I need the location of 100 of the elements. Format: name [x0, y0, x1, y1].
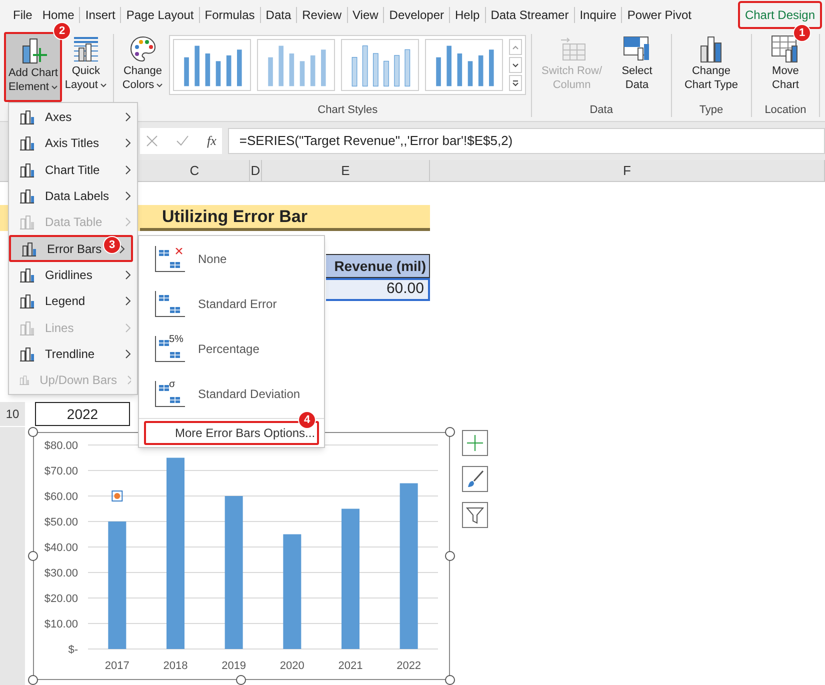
ribbon-tab[interactable]: Data	[260, 3, 296, 27]
resize-handle[interactable]	[445, 675, 455, 685]
insert-function-button[interactable]: fx	[207, 131, 216, 151]
chevron-right-icon	[125, 296, 131, 306]
formula-field[interactable]: =SERIES("Target Revenue",,'Error bar'!$E$5,2)	[228, 128, 825, 154]
caret-icon	[100, 82, 107, 88]
axis-label: $30.00	[44, 568, 78, 580]
filter-icon	[466, 506, 484, 524]
axis-label: 2019	[222, 660, 246, 672]
menu-item[interactable]: 5% Percentage	[139, 326, 324, 371]
chart-style-thumbnail[interactable]	[341, 39, 420, 91]
column-header[interactable]: D	[250, 160, 262, 181]
chevron-right-icon	[125, 112, 131, 122]
ribbon-tab[interactable]: Help	[450, 3, 485, 27]
menu-item[interactable]: Data Labels	[9, 182, 137, 210]
axis-label: 2022	[396, 660, 422, 672]
chart-element-icon	[21, 240, 37, 257]
bar[interactable]	[108, 522, 126, 649]
menu-item[interactable]: Gridlines	[9, 262, 137, 288]
gallery-expand-icon[interactable]	[509, 75, 522, 91]
bar[interactable]	[283, 534, 302, 649]
ribbon-button[interactable]: Select Data	[608, 30, 666, 92]
error-bar-marker-icon[interactable]	[112, 490, 123, 502]
chevron-right-icon	[125, 164, 131, 175]
ribbon-tab[interactable]: View	[348, 3, 384, 27]
chevron-right-icon	[125, 348, 131, 359]
table-cell: 2022	[35, 402, 130, 426]
menu-item[interactable]: None	[139, 236, 324, 281]
column-header[interactable]: E	[262, 160, 430, 181]
chevron-right-icon	[125, 270, 131, 280]
axis-label: 2017	[104, 660, 130, 672]
caret-icon	[156, 82, 164, 88]
column-header[interactable]: C	[140, 160, 250, 181]
resize-handle[interactable]	[236, 675, 246, 685]
group-label: Type	[699, 102, 724, 118]
chevron-right-icon	[127, 375, 131, 386]
ribbon-tab[interactable]: Review	[297, 3, 346, 27]
change-colors-button[interactable]: Change Colors	[118, 32, 168, 102]
title-cell: Utilizing Error Bar	[140, 205, 430, 231]
chart-style-thumbnail[interactable]	[257, 39, 336, 91]
chart-element-icon	[19, 293, 35, 310]
check-icon[interactable]	[176, 135, 189, 147]
scroll-down-icon[interactable]	[509, 57, 522, 73]
axis-label: $40.00	[44, 542, 78, 554]
resize-handle[interactable]	[28, 427, 38, 437]
chevron-right-icon	[125, 191, 131, 202]
menu-item[interactable]: Axes	[9, 104, 137, 130]
menu-item[interactable]: Chart Title	[9, 156, 137, 183]
resize-handle[interactable]	[445, 427, 455, 437]
plus-icon	[467, 435, 483, 451]
chart-style-thumbnail[interactable]	[425, 39, 504, 91]
axis-label: 2018	[163, 660, 188, 672]
menu-item[interactable]: Trendline	[9, 340, 137, 367]
palette-icon	[128, 34, 158, 64]
group-label: Data	[590, 102, 613, 118]
group-label: Location	[764, 102, 806, 118]
axis-label: 2021	[338, 660, 363, 672]
error-bar-icon	[155, 290, 185, 316]
table-cell[interactable]: 60.00	[326, 278, 430, 301]
ribbon-tab[interactable]: Page Layout	[121, 3, 199, 27]
menu-item[interactable]: Standard Error	[139, 281, 324, 326]
column-header[interactable]: F	[430, 160, 825, 181]
resize-handle[interactable]	[28, 675, 38, 685]
ribbon-tab[interactable]: Formulas	[200, 3, 260, 27]
chart-elements-button[interactable]	[462, 430, 488, 456]
error-bar-icon	[155, 246, 185, 272]
menu-item[interactable]: Axis Titles	[9, 130, 137, 157]
chart-element-icon	[19, 320, 35, 336]
ribbon-tab[interactable]: Insert	[80, 3, 120, 27]
sheet-chart-icon	[770, 34, 800, 64]
brush-icon	[466, 470, 484, 488]
ribbon-tab[interactable]: Developer	[384, 3, 449, 27]
axis-label: $80.00	[44, 440, 78, 452]
ribbon-tab[interactable]: File	[8, 3, 38, 27]
ribbon-tab[interactable]: Data Streamer	[486, 3, 574, 27]
chevron-right-icon	[125, 138, 131, 148]
chevron-right-icon	[125, 322, 131, 333]
axis-label: $70.00	[44, 466, 78, 478]
chart-element-icon	[19, 135, 35, 152]
chart-element-icon	[19, 214, 35, 230]
chart-element-icon	[19, 162, 35, 178]
menu-item[interactable]: Legend	[9, 288, 137, 314]
axis-label: $-	[68, 644, 78, 656]
bar[interactable]	[224, 496, 243, 649]
axis-label: $50.00	[44, 516, 78, 528]
ribbon-tab[interactable]: Power Pivot	[622, 3, 696, 27]
cancel-icon[interactable]	[146, 135, 158, 147]
chart-filters-button[interactable]	[462, 502, 488, 528]
group-label: Chart Styles	[318, 102, 378, 118]
bar[interactable]	[400, 483, 418, 649]
row-header[interactable]: 10	[0, 402, 25, 426]
ribbon-tab[interactable]: Inquire	[574, 3, 622, 27]
chart-styles-button[interactable]	[462, 466, 488, 492]
axis-label: 2020	[280, 660, 304, 672]
ribbon-button[interactable]: Change Chart Type	[676, 30, 746, 92]
chart-style-thumbnail[interactable]	[173, 39, 252, 91]
chevron-right-icon	[125, 217, 131, 228]
resize-handle[interactable]	[28, 551, 38, 561]
axis-label: $60.00	[44, 491, 78, 503]
resize-handle[interactable]	[445, 551, 455, 561]
